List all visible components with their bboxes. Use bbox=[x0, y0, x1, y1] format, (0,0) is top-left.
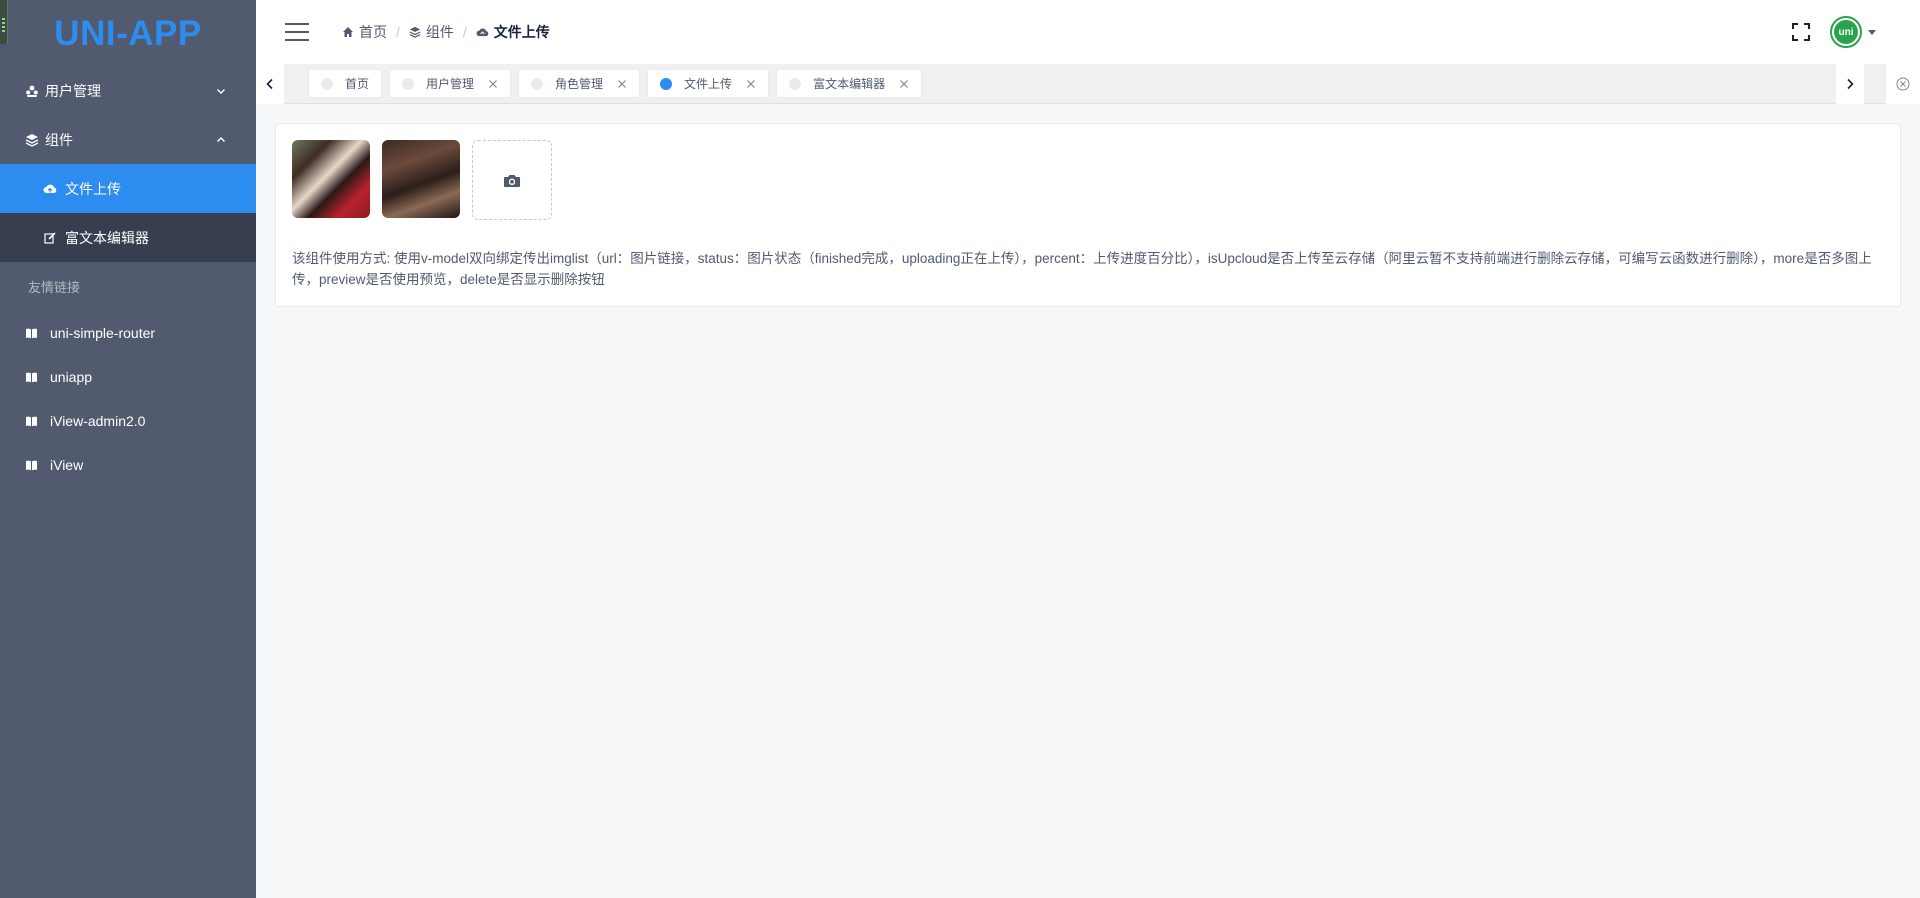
logo[interactable]: UNI-APP bbox=[0, 0, 256, 66]
tag-dot bbox=[789, 77, 802, 90]
camera-icon bbox=[504, 174, 520, 187]
link-label: uni-simple-router bbox=[50, 325, 156, 341]
caret-down-icon[interactable] bbox=[1868, 29, 1876, 35]
tag-dot bbox=[402, 77, 415, 90]
tag-user-management[interactable]: 用户管理 bbox=[389, 69, 512, 98]
content-card: 该组件使用方式: 使用v-model双向绑定传出imglist（url：图片链接… bbox=[275, 123, 1901, 307]
upload-list bbox=[292, 140, 552, 220]
tag-label: 富文本编辑器 bbox=[813, 77, 886, 91]
book-icon bbox=[25, 415, 38, 428]
breadcrumb-current: 文件上传 bbox=[476, 22, 550, 42]
sidebar-item-rich-text-editor[interactable]: 富文本编辑器 bbox=[0, 213, 256, 262]
book-icon bbox=[25, 371, 38, 384]
tag-home[interactable]: 首页 bbox=[308, 69, 383, 98]
tag-list: 首页 用户管理 角色管理 文件上传 富文本编辑器 bbox=[308, 69, 929, 98]
menu-toggle-icon[interactable] bbox=[285, 23, 309, 41]
cloud-upload-icon bbox=[43, 182, 57, 196]
usage-description: 该组件使用方式: 使用v-model双向绑定传出imglist（url：图片链接… bbox=[292, 251, 1872, 287]
breadcrumb: 首页 / 组件 / 文件上传 bbox=[342, 22, 550, 42]
scroll-left-button[interactable] bbox=[256, 64, 284, 104]
layers-icon bbox=[409, 26, 421, 38]
link-iview[interactable]: iView bbox=[0, 443, 256, 487]
book-icon bbox=[25, 327, 38, 340]
link-uni-simple-router[interactable]: uni-simple-router bbox=[0, 311, 256, 355]
tag-dot bbox=[321, 77, 333, 90]
uploaded-image-thumbnail[interactable] bbox=[382, 140, 460, 218]
tag-role-management[interactable]: 角色管理 bbox=[518, 69, 641, 98]
tag-rich-text-editor[interactable]: 富文本编辑器 bbox=[776, 69, 923, 98]
links-group-title: 友情链接 bbox=[28, 280, 81, 295]
link-iview-admin[interactable]: iView-admin2.0 bbox=[0, 399, 256, 443]
layers-icon bbox=[25, 133, 39, 147]
upload-button[interactable] bbox=[472, 140, 552, 220]
corner-mark bbox=[0, 0, 8, 44]
tag-label: 文件上传 bbox=[684, 77, 733, 91]
menu-label: 用户管理 bbox=[45, 82, 101, 99]
close-all-tags-button[interactable] bbox=[1886, 64, 1920, 104]
close-icon[interactable] bbox=[617, 79, 627, 89]
breadcrumb-separator: / bbox=[462, 24, 467, 40]
breadcrumb-home[interactable]: 首页 bbox=[342, 22, 387, 42]
chevron-left-icon bbox=[266, 78, 273, 90]
menu-label: 组件 bbox=[45, 131, 73, 148]
close-icon[interactable] bbox=[488, 79, 498, 89]
breadcrumb-label: 组件 bbox=[425, 24, 454, 40]
sidebar-item-label: 文件上传 bbox=[65, 180, 121, 197]
avatar-text: uni bbox=[1834, 20, 1858, 44]
link-label: iView-admin2.0 bbox=[50, 413, 146, 429]
sidebar-item-file-upload[interactable]: 文件上传 bbox=[0, 164, 256, 213]
uploaded-image-thumbnail[interactable] bbox=[292, 140, 370, 218]
users-icon bbox=[25, 84, 39, 98]
close-icon[interactable] bbox=[899, 79, 909, 89]
link-uniapp[interactable]: uniapp bbox=[0, 355, 256, 399]
edit-icon bbox=[43, 231, 57, 245]
tag-label: 角色管理 bbox=[555, 77, 604, 91]
close-icon[interactable] bbox=[746, 79, 756, 89]
home-icon bbox=[343, 27, 353, 37]
menu-item-components[interactable]: 组件 bbox=[0, 115, 256, 164]
chevron-right-icon bbox=[1847, 78, 1854, 90]
fullscreen-icon[interactable] bbox=[1792, 23, 1810, 41]
scroll-right-button[interactable] bbox=[1836, 64, 1864, 104]
tag-dot bbox=[660, 77, 673, 90]
submenu-components: 文件上传 富文本编辑器 bbox=[0, 164, 256, 262]
sidebar-item-label: 富文本编辑器 bbox=[65, 229, 149, 246]
tag-label: 首页 bbox=[345, 77, 370, 91]
tag-dot bbox=[531, 77, 544, 90]
breadcrumb-label: 首页 bbox=[359, 24, 387, 40]
tag-label: 用户管理 bbox=[426, 77, 475, 91]
breadcrumb-label: 文件上传 bbox=[493, 24, 550, 40]
logo-text: UNI-APP bbox=[54, 14, 202, 53]
cloud-upload-icon bbox=[476, 27, 489, 36]
book-icon bbox=[25, 459, 38, 472]
header: 首页 / 组件 / 文件上传 uni bbox=[256, 0, 1920, 64]
breadcrumb-separator: / bbox=[396, 24, 400, 40]
header-actions: uni bbox=[1792, 0, 1876, 64]
breadcrumb-components[interactable]: 组件 bbox=[409, 22, 454, 42]
tag-file-upload[interactable]: 文件上传 bbox=[647, 69, 770, 98]
avatar[interactable]: uni bbox=[1830, 16, 1862, 48]
tag-bar: 首页 用户管理 角色管理 文件上传 富文本编辑器 bbox=[256, 64, 1920, 104]
close-circle-icon bbox=[1896, 77, 1910, 91]
menu-item-user-management[interactable]: 用户管理 bbox=[0, 66, 256, 115]
link-label: iView bbox=[50, 457, 84, 473]
chevron-up-icon bbox=[216, 135, 226, 145]
link-label: uniapp bbox=[50, 369, 93, 385]
chevron-down-icon bbox=[216, 86, 226, 96]
sidebar: UNI-APP 用户管理 组件 文件上传 富文本编辑器 友情链接 uni-sim… bbox=[0, 0, 256, 898]
